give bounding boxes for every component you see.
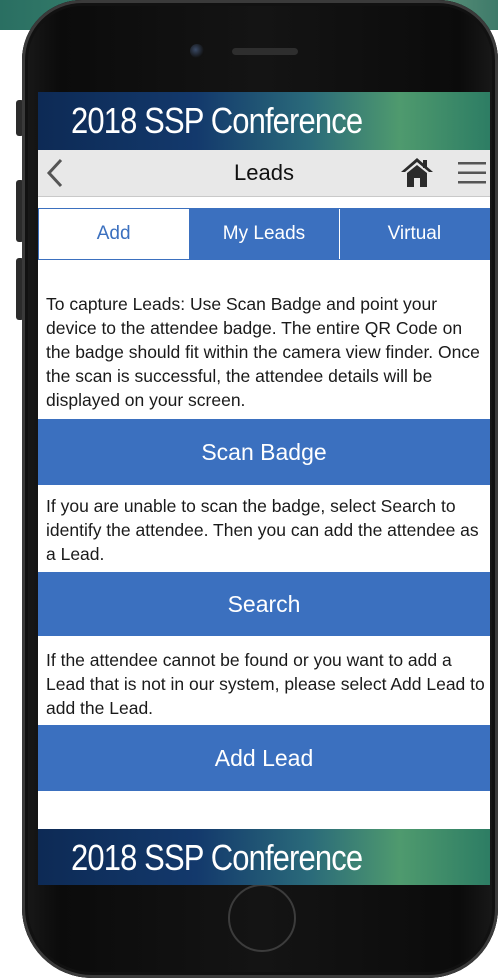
- tab-my-leads[interactable]: My Leads: [188, 209, 339, 259]
- nav-bar: Leads: [38, 150, 490, 197]
- tab-virtual[interactable]: Virtual: [338, 209, 489, 259]
- banner-title: 2018 SSP Conference: [71, 100, 363, 141]
- header-banner: 2018 SSP Conference: [38, 92, 490, 150]
- scan-instructions: To capture Leads: Use Scan Badge and poi…: [46, 294, 480, 410]
- tab-bar: Add My Leads Virtual: [38, 208, 490, 260]
- earpiece-speaker: [232, 48, 298, 55]
- footer-banner-title: 2018 SSP Conference: [71, 837, 363, 878]
- tab-add[interactable]: Add: [39, 209, 189, 259]
- add-lead-button[interactable]: Add Lead: [38, 725, 490, 791]
- app-screen: 2018 SSP Conference Leads Add My Leads V…: [38, 92, 490, 885]
- chevron-left-icon[interactable]: [44, 156, 66, 190]
- footer-banner: 2018 SSP Conference: [38, 829, 490, 885]
- scan-badge-button[interactable]: Scan Badge: [38, 419, 490, 485]
- hamburger-menu-icon[interactable]: [456, 159, 488, 187]
- add-lead-instructions: If the attendee cannot be found or you w…: [46, 650, 485, 718]
- search-button[interactable]: Search: [38, 572, 490, 636]
- home-icon[interactable]: [400, 156, 434, 188]
- front-camera: [190, 44, 204, 58]
- search-instructions: If you are unable to scan the badge, sel…: [46, 496, 479, 564]
- phone-home-button[interactable]: [228, 884, 296, 952]
